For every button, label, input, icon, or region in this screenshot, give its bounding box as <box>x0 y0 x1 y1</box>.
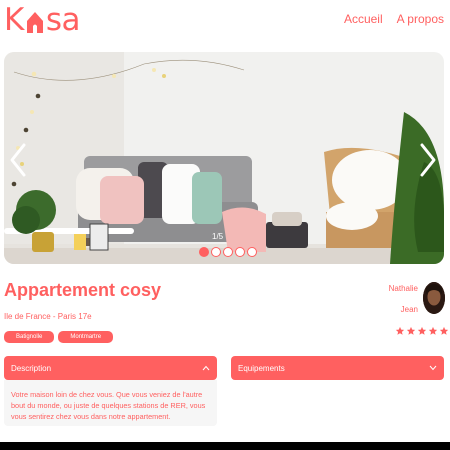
listing-location: Ile de France - Paris 17e <box>4 312 92 321</box>
carousel-dots <box>199 247 257 257</box>
star-icon <box>395 326 405 335</box>
tag: Montmartre <box>58 331 114 343</box>
nav-link-a-propos[interactable]: A propos <box>397 12 444 26</box>
star-icon <box>417 326 427 335</box>
chevron-left-icon[interactable] <box>8 142 28 178</box>
logo-letter-k: K <box>4 2 24 38</box>
star-icon <box>428 326 438 335</box>
house-icon <box>25 9 45 35</box>
host-avatar <box>423 282 445 314</box>
carousel-counter: 1/5 <box>212 232 224 241</box>
description-label: Description <box>11 363 52 373</box>
host-last-name: Jean <box>400 305 418 314</box>
nav-link-accueil[interactable]: Accueil <box>344 12 383 26</box>
description-text: Votre maison loin de chez vous. Que vous… <box>4 380 217 426</box>
carousel-dot[interactable] <box>211 247 221 257</box>
listing-title: Appartement cosy <box>4 280 162 300</box>
tag: Batignolle <box>4 331 55 343</box>
tag-list: Batignolle Montmartre <box>4 331 114 343</box>
photo-carousel <box>4 52 444 264</box>
logo-letters-sa: sa <box>45 2 81 38</box>
chevron-down-icon <box>429 363 437 374</box>
description-collapse-header[interactable]: Description <box>4 356 217 380</box>
footer-bar <box>0 442 450 450</box>
kasa-logo[interactable]: K sa <box>4 2 81 38</box>
main-nav: Accueil A propos <box>344 12 444 26</box>
carousel-dot[interactable] <box>223 247 233 257</box>
carousel-dot[interactable] <box>235 247 245 257</box>
host-first-name: Nathalie <box>388 284 418 293</box>
apartment-photo <box>4 52 444 264</box>
rating-stars <box>395 326 449 336</box>
equipment-label: Equipements <box>238 363 285 373</box>
carousel-dot[interactable] <box>247 247 257 257</box>
star-icon <box>439 326 449 335</box>
carousel-dot[interactable] <box>199 247 209 257</box>
chevron-right-icon[interactable] <box>418 142 438 178</box>
header: K sa Accueil A propos <box>0 0 450 40</box>
star-icon <box>406 326 416 335</box>
chevron-up-icon <box>202 363 210 374</box>
equipment-collapse-header[interactable]: Equipements <box>231 356 444 380</box>
